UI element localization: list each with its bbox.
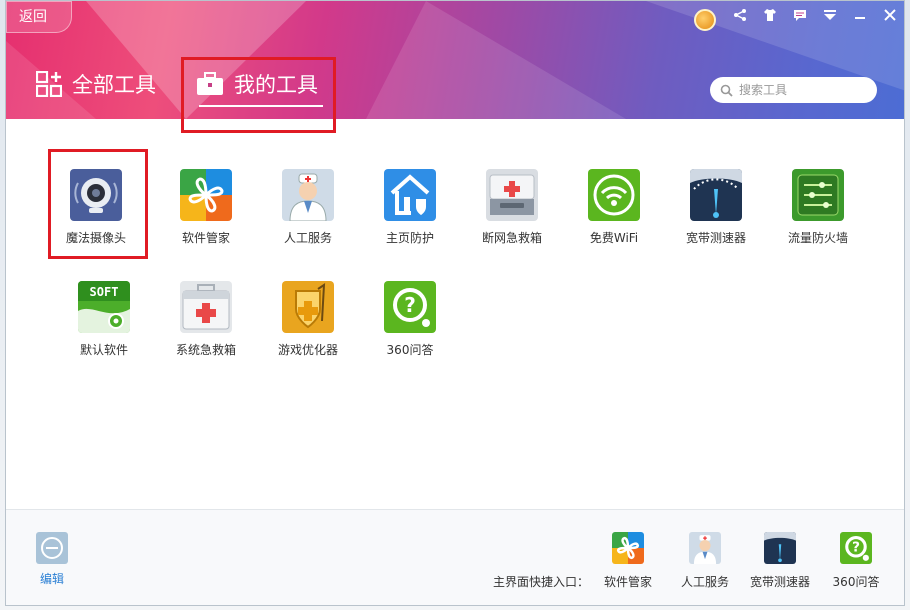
doctor-icon <box>282 169 334 221</box>
system-firstaid-icon <box>180 281 232 333</box>
tool-software-manager[interactable]: 软件管家 <box>161 169 251 259</box>
quick-item-label: 人工服务 <box>680 575 729 589</box>
tool-label: 软件管家 <box>181 231 230 245</box>
tool-360-qa[interactable]: ? 360问答 <box>365 281 455 371</box>
software-manager-icon <box>180 169 232 221</box>
tool-default-software[interactable]: SOFT 默认软件 <box>59 281 149 371</box>
quick-item-broadband-speed[interactable]: 宽带测速器 <box>740 532 820 590</box>
tool-label: 主页防护 <box>385 231 434 245</box>
quick-item-label: 360问答 <box>832 575 880 589</box>
qa-icon: ? <box>840 532 872 564</box>
webcam-icon <box>70 169 122 221</box>
tab-all-tools[interactable]: 全部工具 <box>36 69 156 99</box>
tools-window: 返回 全部工具 我的工具 搜索工具 魔法摄像头 软件管家 人工服务 主页防护 断… <box>5 0 905 606</box>
header-banner: 返回 全部工具 我的工具 搜索工具 <box>6 1 904 119</box>
tool-free-wifi[interactable]: 免费WiFi <box>569 169 659 259</box>
tool-label: 流量防火墙 <box>787 231 848 245</box>
tool-label: 游戏优化器 <box>277 343 338 357</box>
tool-game-optimizer[interactable]: 游戏优化器 <box>263 281 353 371</box>
tool-traffic-firewall[interactable]: 流量防火墙 <box>773 169 863 259</box>
toolbox-icon <box>197 72 223 95</box>
back-button[interactable]: 返回 <box>6 1 72 33</box>
svg-text:?: ? <box>852 540 860 556</box>
medal-icon[interactable] <box>694 9 716 31</box>
soft-icon: SOFT <box>78 281 130 333</box>
tool-network-firstaid[interactable]: 断网急救箱 <box>467 169 557 259</box>
grid-icon <box>36 71 62 97</box>
tool-system-firstaid[interactable]: 系统急救箱 <box>161 281 251 371</box>
tab-my-tools[interactable]: 我的工具 <box>196 69 318 99</box>
svg-text:SOFT: SOFT <box>90 285 119 299</box>
minimize-icon[interactable] <box>852 7 868 23</box>
window-controls <box>732 7 898 23</box>
share-icon[interactable] <box>732 7 748 23</box>
tool-broadband-speed[interactable]: 宽带测速器 <box>671 169 761 259</box>
svg-text:?: ? <box>404 293 416 317</box>
tool-magic-camera[interactable]: 魔法摄像头 <box>51 169 141 259</box>
edit-label: 编辑 <box>39 572 64 586</box>
close-icon[interactable] <box>882 7 898 23</box>
quick-item-360-qa[interactable]: ? 360问答 <box>816 532 896 590</box>
tool-human-service[interactable]: 人工服务 <box>263 169 353 259</box>
tool-label: 系统急救箱 <box>175 343 236 357</box>
tool-label: 人工服务 <box>283 231 332 245</box>
tool-label: 免费WiFi <box>589 231 639 245</box>
shirt-icon[interactable] <box>762 7 778 23</box>
qa-icon: ? <box>384 281 436 333</box>
active-tab-indicator <box>199 105 323 107</box>
game-optimizer-icon <box>282 281 334 333</box>
quick-item-human-service[interactable]: 人工服务 <box>665 532 745 590</box>
menu-icon[interactable] <box>822 7 838 23</box>
speedometer-icon <box>764 532 796 564</box>
quick-item-software-manager[interactable]: 软件管家 <box>588 532 668 590</box>
tab-all-label: 全部工具 <box>72 73 156 97</box>
search-input[interactable] <box>739 83 859 97</box>
search-icon <box>720 84 733 97</box>
minus-circle-icon <box>36 532 68 564</box>
traffic-firewall-icon <box>792 169 844 221</box>
network-firstaid-icon <box>486 169 538 221</box>
chat-icon[interactable] <box>792 7 808 23</box>
tab-mine-label: 我的工具 <box>234 73 318 97</box>
tool-label: 默认软件 <box>79 343 128 357</box>
footer-bar: 编辑 主界面快捷入口： 软件管家 人工服务 宽带测速器 ? 360问答 <box>6 509 904 605</box>
doctor-icon <box>689 532 721 564</box>
software-manager-icon <box>612 532 644 564</box>
quick-item-label: 软件管家 <box>603 575 652 589</box>
tool-label: 断网急救箱 <box>481 231 542 245</box>
speedometer-icon <box>690 169 742 221</box>
wifi-icon <box>588 169 640 221</box>
tool-label: 魔法摄像头 <box>65 231 126 245</box>
quick-entry-label: 主界面快捷入口： <box>493 575 590 589</box>
tool-homepage-protect[interactable]: 主页防护 <box>365 169 455 259</box>
home-shield-icon <box>384 169 436 221</box>
tool-label: 宽带测速器 <box>685 231 746 245</box>
tool-label: 360问答 <box>386 343 434 357</box>
quick-item-label: 宽带测速器 <box>749 575 810 589</box>
edit-button[interactable]: 编辑 <box>34 532 70 587</box>
search-box[interactable] <box>710 77 877 103</box>
